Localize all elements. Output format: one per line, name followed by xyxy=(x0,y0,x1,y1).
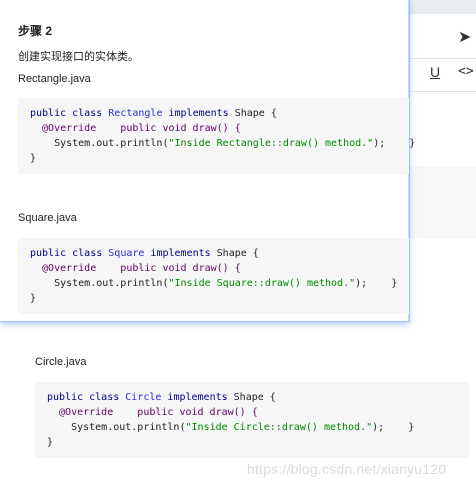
code-line: System.out.println("Inside Rectangle::dr… xyxy=(30,138,416,149)
code-block-circle: public class Circle implements Shape { @… xyxy=(35,382,469,458)
filename-square: Square.java xyxy=(18,212,77,224)
code-block-rectangle: public class Rectangle implements Shape … xyxy=(18,98,415,174)
code-line: } xyxy=(30,293,37,304)
filename-circle: Circle.java xyxy=(35,356,87,368)
code-line: } xyxy=(30,153,37,164)
filename-rectangle: Rectangle.java xyxy=(18,73,91,85)
watermark: https://blog.csdn.net/xianyu120 xyxy=(247,461,447,477)
send-icon[interactable]: ➤ xyxy=(458,27,471,47)
code-block-square: public class Square implements Shape { @… xyxy=(18,238,409,314)
tutorial-popup: 步骤 2 创建实现接口的实体类。 Rectangle.java public c… xyxy=(0,0,415,322)
code-line: System.out.println("Inside Circle::draw(… xyxy=(47,422,415,433)
step-description: 创建实现接口的实体类。 xyxy=(18,51,139,63)
code-line: public class Rectangle implements Shape … xyxy=(30,108,277,119)
code-line: public class Square implements Shape { xyxy=(30,248,259,259)
editor-panel xyxy=(409,166,476,238)
code-line: } xyxy=(47,437,54,448)
underline-button[interactable]: U xyxy=(430,64,440,80)
step-title: 步骤 2 xyxy=(18,24,53,38)
code-icon[interactable]: <> xyxy=(458,64,474,79)
code-line: @Override public void draw() { xyxy=(30,263,241,274)
editor-top-bar xyxy=(409,0,476,14)
code-line: System.out.println("Inside Square::draw(… xyxy=(30,278,398,289)
code-line: @Override public void draw() { xyxy=(47,407,258,418)
code-line: public class Circle implements Shape { xyxy=(47,392,276,403)
code-line: @Override public void draw() { xyxy=(30,123,241,134)
